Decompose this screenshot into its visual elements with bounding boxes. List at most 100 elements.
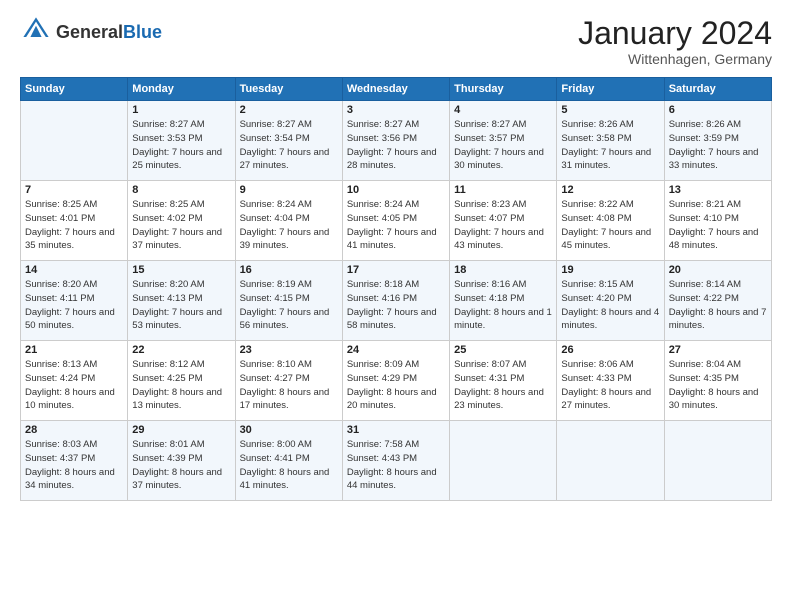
day-info: Sunrise: 8:06 AMSunset: 4:33 PMDaylight:…	[561, 358, 659, 413]
day-info: Sunrise: 7:58 AMSunset: 4:43 PMDaylight:…	[347, 438, 445, 493]
table-row: 11 Sunrise: 8:23 AMSunset: 4:07 PMDayligh…	[450, 181, 557, 261]
day-number: 13	[669, 184, 767, 196]
calendar-row: 1 Sunrise: 8:27 AMSunset: 3:53 PMDaylight…	[21, 101, 772, 181]
day-info: Sunrise: 8:10 AMSunset: 4:27 PMDaylight:…	[240, 358, 338, 413]
day-number: 20	[669, 264, 767, 276]
logo-general: General	[56, 22, 123, 42]
day-number: 22	[132, 344, 230, 356]
day-number: 17	[347, 264, 445, 276]
table-row: 22 Sunrise: 8:12 AMSunset: 4:25 PMDayligh…	[128, 341, 235, 421]
day-info: Sunrise: 8:27 AMSunset: 3:53 PMDaylight:…	[132, 118, 230, 173]
table-row: 6Sunrise: 8:26 AMSunset: 3:59 PMDaylight…	[664, 101, 771, 181]
table-row: 2 Sunrise: 8:27 AMSunset: 3:54 PMDaylight…	[235, 101, 342, 181]
day-info: Sunrise: 8:26 AMSunset: 3:58 PMDaylight:…	[561, 118, 659, 173]
table-row: 27Sunrise: 8:04 AMSunset: 4:35 PMDayligh…	[664, 341, 771, 421]
day-number: 2	[240, 104, 338, 116]
title-block: January 2024 Wittenhagen, Germany	[578, 16, 772, 67]
month-title: January 2024	[578, 16, 772, 51]
day-info: Sunrise: 8:20 AMSunset: 4:11 PMDaylight:…	[25, 278, 123, 333]
table-row: 26 Sunrise: 8:06 AMSunset: 4:33 PMDayligh…	[557, 341, 664, 421]
table-row	[664, 421, 771, 501]
day-info: Sunrise: 8:16 AMSunset: 4:18 PMDaylight:…	[454, 278, 552, 333]
table-row: 1 Sunrise: 8:27 AMSunset: 3:53 PMDaylight…	[128, 101, 235, 181]
day-number: 15	[132, 264, 230, 276]
day-info: Sunrise: 8:03 AMSunset: 4:37 PMDaylight:…	[25, 438, 123, 493]
day-info: Sunrise: 8:12 AMSunset: 4:25 PMDaylight:…	[132, 358, 230, 413]
day-number: 9	[240, 184, 338, 196]
table-row: 24 Sunrise: 8:09 AMSunset: 4:29 PMDayligh…	[342, 341, 449, 421]
day-number: 8	[132, 184, 230, 196]
header: GeneralBlue January 2024 Wittenhagen, Ge…	[20, 16, 772, 67]
table-row: 3Sunrise: 8:27 AMSunset: 3:56 PMDaylight…	[342, 101, 449, 181]
table-row: 5Sunrise: 8:26 AMSunset: 3:58 PMDaylight…	[557, 101, 664, 181]
day-number: 31	[347, 424, 445, 436]
day-number: 10	[347, 184, 445, 196]
calendar-row: 14 Sunrise: 8:20 AMSunset: 4:11 PMDayligh…	[21, 261, 772, 341]
day-number: 29	[132, 424, 230, 436]
day-number: 28	[25, 424, 123, 436]
day-info: Sunrise: 8:23 AMSunset: 4:07 PMDaylight:…	[454, 198, 552, 253]
col-wednesday: Wednesday	[342, 78, 449, 101]
table-row: 19 Sunrise: 8:15 AMSunset: 4:20 PMDayligh…	[557, 261, 664, 341]
day-info: Sunrise: 8:13 AMSunset: 4:24 PMDaylight:…	[25, 358, 123, 413]
table-row: 15 Sunrise: 8:20 AMSunset: 4:13 PMDayligh…	[128, 261, 235, 341]
day-info: Sunrise: 8:27 AMSunset: 3:56 PMDaylight:…	[347, 118, 445, 173]
col-saturday: Saturday	[664, 78, 771, 101]
day-info: Sunrise: 8:21 AMSunset: 4:10 PMDaylight:…	[669, 198, 767, 253]
table-row: 13 Sunrise: 8:21 AMSunset: 4:10 PMDayligh…	[664, 181, 771, 261]
day-number: 6	[669, 104, 767, 116]
table-row: 18Sunrise: 8:16 AMSunset: 4:18 PMDayligh…	[450, 261, 557, 341]
day-number: 4	[454, 104, 552, 116]
day-info: Sunrise: 8:01 AMSunset: 4:39 PMDaylight:…	[132, 438, 230, 493]
day-number: 14	[25, 264, 123, 276]
day-number: 1	[132, 104, 230, 116]
day-info: Sunrise: 8:18 AMSunset: 4:16 PMDaylight:…	[347, 278, 445, 333]
table-row: 20Sunrise: 8:14 AMSunset: 4:22 PMDayligh…	[664, 261, 771, 341]
table-row	[21, 101, 128, 181]
day-info: Sunrise: 8:15 AMSunset: 4:20 PMDaylight:…	[561, 278, 659, 333]
day-info: Sunrise: 8:20 AMSunset: 4:13 PMDaylight:…	[132, 278, 230, 333]
day-number: 26	[561, 344, 659, 356]
day-info: Sunrise: 8:00 AMSunset: 4:41 PMDaylight:…	[240, 438, 338, 493]
table-row: 9 Sunrise: 8:24 AMSunset: 4:04 PMDaylight…	[235, 181, 342, 261]
day-info: Sunrise: 8:27 AMSunset: 3:54 PMDaylight:…	[240, 118, 338, 173]
calendar-row: 21 Sunrise: 8:13 AMSunset: 4:24 PMDayligh…	[21, 341, 772, 421]
day-info: Sunrise: 8:24 AMSunset: 4:05 PMDaylight:…	[347, 198, 445, 253]
calendar-row: 7Sunrise: 8:25 AMSunset: 4:01 PMDaylight…	[21, 181, 772, 261]
table-row: 21 Sunrise: 8:13 AMSunset: 4:24 PMDayligh…	[21, 341, 128, 421]
day-number: 19	[561, 264, 659, 276]
table-row: 23 Sunrise: 8:10 AMSunset: 4:27 PMDayligh…	[235, 341, 342, 421]
calendar-table: Sunday Monday Tuesday Wednesday Thursday…	[20, 77, 772, 501]
col-monday: Monday	[128, 78, 235, 101]
table-row: 25 Sunrise: 8:07 AMSunset: 4:31 PMDayligh…	[450, 341, 557, 421]
day-number: 23	[240, 344, 338, 356]
day-number: 30	[240, 424, 338, 436]
col-friday: Friday	[557, 78, 664, 101]
day-info: Sunrise: 8:25 AMSunset: 4:02 PMDaylight:…	[132, 198, 230, 253]
location: Wittenhagen, Germany	[578, 51, 772, 67]
day-number: 16	[240, 264, 338, 276]
day-number: 25	[454, 344, 552, 356]
day-number: 12	[561, 184, 659, 196]
logo: GeneralBlue	[20, 16, 162, 49]
table-row: 4Sunrise: 8:27 AMSunset: 3:57 PMDaylight…	[450, 101, 557, 181]
table-row: 8 Sunrise: 8:25 AMSunset: 4:02 PMDaylight…	[128, 181, 235, 261]
table-row	[450, 421, 557, 501]
day-number: 24	[347, 344, 445, 356]
table-row: 17 Sunrise: 8:18 AMSunset: 4:16 PMDayligh…	[342, 261, 449, 341]
day-number: 21	[25, 344, 123, 356]
calendar-row: 28 Sunrise: 8:03 AMSunset: 4:37 PMDayligh…	[21, 421, 772, 501]
header-row: Sunday Monday Tuesday Wednesday Thursday…	[21, 78, 772, 101]
table-row: 30 Sunrise: 8:00 AMSunset: 4:41 PMDayligh…	[235, 421, 342, 501]
day-number: 11	[454, 184, 552, 196]
day-info: Sunrise: 8:24 AMSunset: 4:04 PMDaylight:…	[240, 198, 338, 253]
table-row: 28 Sunrise: 8:03 AMSunset: 4:37 PMDayligh…	[21, 421, 128, 501]
logo-blue: Blue	[123, 22, 162, 42]
day-info: Sunrise: 8:09 AMSunset: 4:29 PMDaylight:…	[347, 358, 445, 413]
day-number: 27	[669, 344, 767, 356]
col-tuesday: Tuesday	[235, 78, 342, 101]
day-info: Sunrise: 8:07 AMSunset: 4:31 PMDaylight:…	[454, 358, 552, 413]
table-row: 16Sunrise: 8:19 AMSunset: 4:15 PMDayligh…	[235, 261, 342, 341]
table-row: 14 Sunrise: 8:20 AMSunset: 4:11 PMDayligh…	[21, 261, 128, 341]
table-row: 7Sunrise: 8:25 AMSunset: 4:01 PMDaylight…	[21, 181, 128, 261]
